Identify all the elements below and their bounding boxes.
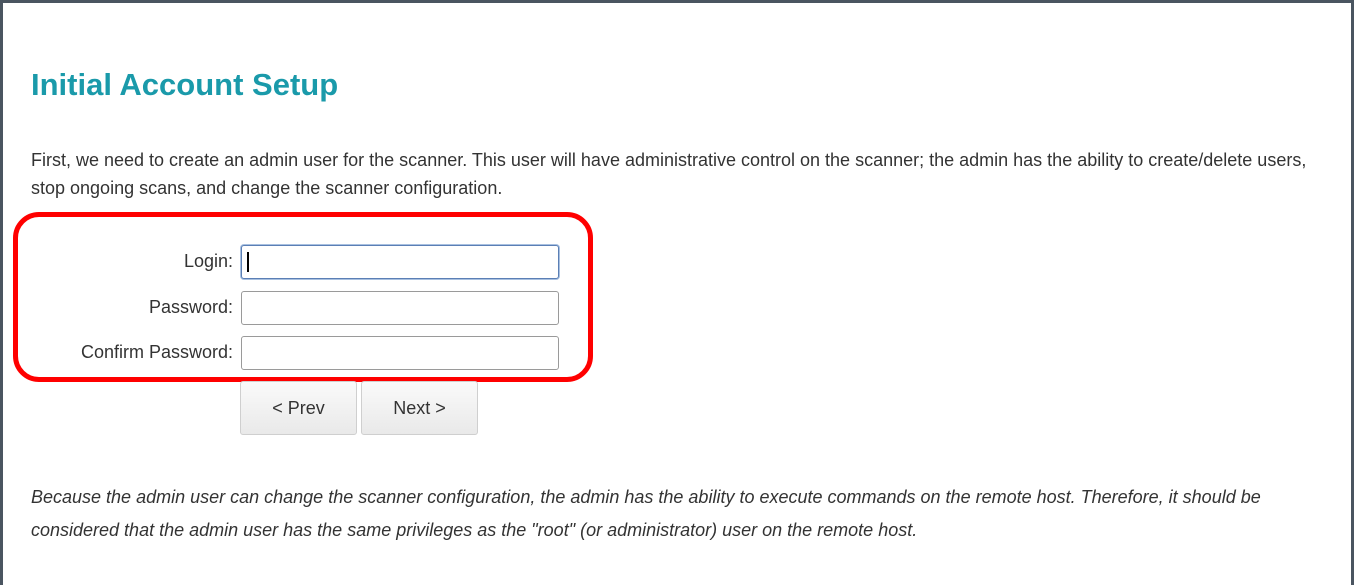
next-button[interactable]: Next >: [361, 381, 478, 435]
password-label: Password:: [148, 297, 233, 317]
text-cursor: [247, 252, 249, 272]
intro-text: First, we need to create an admin user f…: [31, 150, 1307, 198]
password-row: Password:: [23, 291, 563, 325]
login-label: Login:: [183, 251, 233, 271]
confirm-password-row: Confirm Password:: [23, 336, 563, 370]
warning-note: Because the admin user can change the sc…: [31, 487, 1261, 540]
confirm-password-label: Confirm Password:: [80, 342, 233, 362]
login-input[interactable]: [241, 245, 559, 279]
login-row: Login:: [23, 245, 563, 279]
page-title: Initial Account Setup: [31, 67, 339, 102]
password-input[interactable]: [241, 291, 559, 325]
confirm-password-input[interactable]: [241, 336, 559, 370]
setup-window: Initial Account Setup First, we need to …: [0, 0, 1354, 585]
prev-button[interactable]: < Prev: [240, 381, 357, 435]
